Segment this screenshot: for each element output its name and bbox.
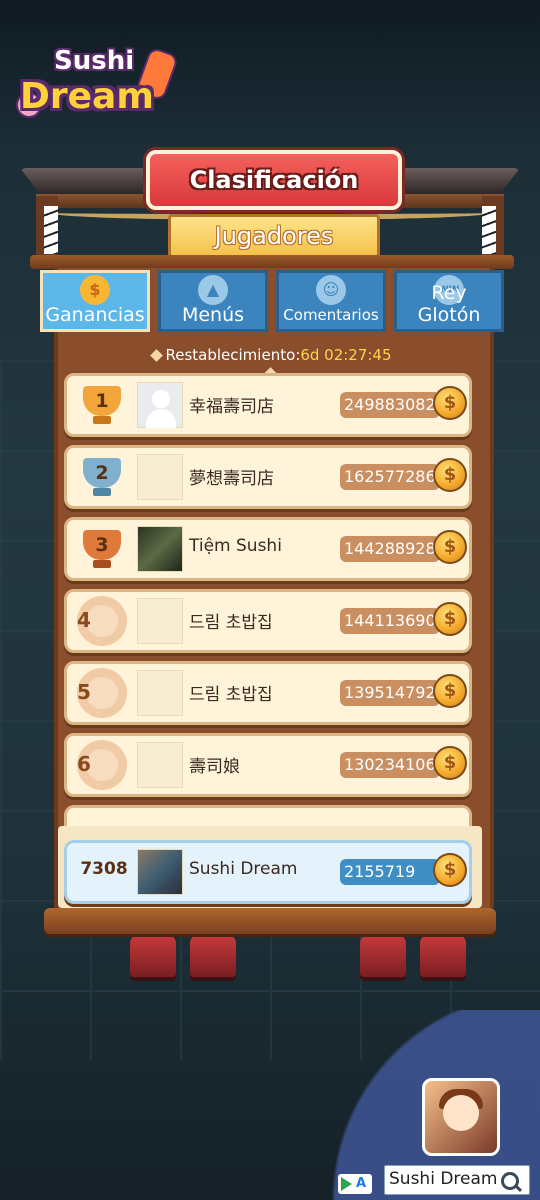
coin-icon: $	[433, 674, 467, 708]
tab-comentarios[interactable]: ☺ Comentarios	[276, 270, 386, 332]
stool	[360, 935, 406, 977]
game-logo: Sushi Dream	[12, 42, 180, 134]
logo-text-dream: Dream	[20, 76, 154, 117]
stool	[190, 935, 236, 977]
logo-text-sushi: Sushi	[54, 46, 135, 76]
leaderboard-row[interactable]: 2 夢想壽司店 162577286 $	[64, 445, 472, 509]
score-value: 2155719	[340, 859, 440, 885]
tab-label: Rey Glotón	[417, 282, 481, 326]
leaderboard-row[interactable]: 1 幸福壽司店 249883082 $	[64, 373, 472, 437]
avatar	[137, 526, 183, 572]
play-store-icon	[341, 1177, 352, 1191]
gold-trophy-icon: 1	[79, 384, 125, 426]
cloche-icon: ▲	[198, 275, 228, 305]
rank-number: 2	[95, 462, 109, 484]
search-icon	[501, 1172, 519, 1190]
my-rank-row[interactable]: 7308 Sushi Dream 2155719 $	[64, 840, 472, 904]
coin-icon: $	[433, 746, 467, 780]
player-name: 夢想壽司店	[189, 469, 274, 489]
flower-icon: 5	[77, 668, 127, 718]
avatar	[137, 454, 183, 500]
avatar	[137, 670, 183, 716]
stool	[420, 935, 466, 977]
player-name: Tiệm Sushi	[189, 536, 282, 556]
leaderboard-row-partial[interactable]	[64, 805, 472, 827]
shide-paper	[482, 206, 496, 254]
leaderboard-row[interactable]: 6 壽司娘 130234106 $	[64, 733, 472, 797]
scroll-rod-top	[30, 255, 514, 269]
rank-number: 1	[95, 390, 109, 412]
score-value: 144288928	[340, 536, 440, 562]
coin-icon: $	[433, 530, 467, 564]
avatar	[137, 382, 183, 428]
score-value: 139514792	[340, 680, 440, 706]
reset-time: 6d 02:27:45	[300, 346, 392, 364]
silver-trophy-icon: 2	[79, 456, 125, 498]
tab-label: Comentarios	[283, 306, 379, 324]
avatar	[137, 598, 183, 644]
app-store-icon: A	[356, 1176, 367, 1191]
my-rank-number: 7308	[80, 859, 128, 879]
reset-label: Restablecimiento:	[165, 346, 301, 364]
tab-label: Ganancias	[45, 304, 145, 326]
leaderboard-row[interactable]: 4 드림 초밥집 144113690 $	[64, 589, 472, 653]
rank-number: 5	[77, 680, 91, 704]
player-name: 壽司娘	[189, 757, 240, 777]
game-app-icon[interactable]	[422, 1078, 500, 1156]
page-title: Clasificación	[146, 150, 402, 210]
search-text: Sushi Dream	[389, 1169, 498, 1189]
coin-icon: $	[433, 602, 467, 636]
leaderboard-row[interactable]: 5 드림 초밥집 139514792 $	[64, 661, 472, 725]
leaderboard-row[interactable]: 3 Tiệm Sushi 144288928 $	[64, 517, 472, 581]
tab-ganancias[interactable]: $ Ganancias	[40, 270, 150, 332]
flower-icon: 6	[77, 740, 127, 790]
score-value: 249883082	[340, 392, 440, 418]
tab-label: Menús	[181, 304, 245, 326]
player-name: 幸福壽司店	[189, 397, 274, 417]
score-value: 162577286	[340, 464, 440, 490]
search-box[interactable]: Sushi Dream	[384, 1165, 530, 1195]
player-name: 드림 초밥집	[189, 685, 273, 705]
scroll-rod-bottom	[44, 908, 496, 934]
stool	[130, 935, 176, 977]
coin-icon: $	[433, 386, 467, 420]
shide-paper	[44, 206, 58, 254]
rank-number: 4	[77, 608, 91, 632]
tab-menus[interactable]: ▲ Menús	[158, 270, 268, 332]
tab-rey-gloton[interactable]: WIN Rey Glotón	[394, 270, 504, 332]
bronze-trophy-icon: 3	[79, 528, 125, 570]
category-label: Jugadores	[168, 214, 380, 258]
store-badges[interactable]: A	[338, 1174, 372, 1194]
coin-icon: $	[80, 275, 110, 305]
rank-number: 6	[77, 752, 91, 776]
avatar	[137, 849, 183, 895]
player-name: Sushi Dream	[189, 859, 298, 879]
player-name: 드림 초밥집	[189, 613, 273, 633]
score-value: 130234106	[340, 752, 440, 778]
score-value: 144113690	[340, 608, 440, 634]
avatar	[137, 742, 183, 788]
rank-number: 3	[95, 534, 109, 556]
coin-icon: $	[433, 853, 467, 887]
smiley-icon: ☺	[316, 275, 346, 305]
flower-icon: 4	[77, 596, 127, 646]
diamond-icon	[150, 349, 164, 362]
coin-icon: $	[433, 458, 467, 492]
